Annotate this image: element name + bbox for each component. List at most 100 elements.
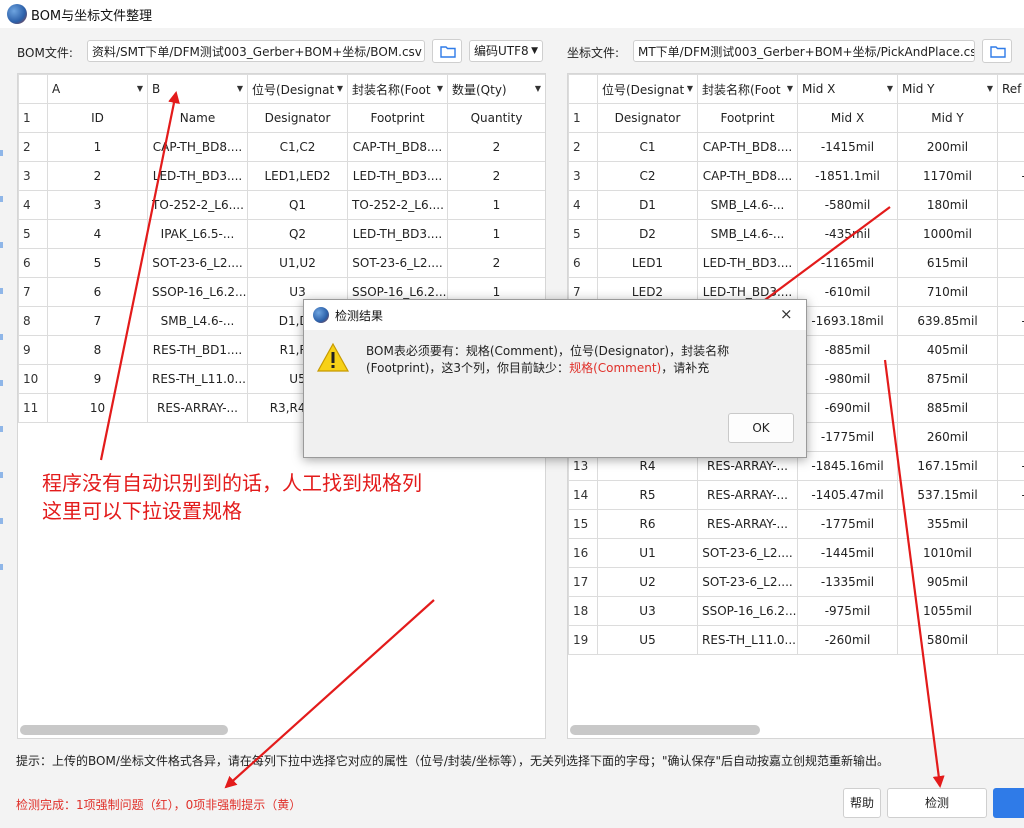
table-cell[interactable]: - [997, 567, 1024, 597]
table-cell[interactable]: LED-TH_BD3.... [347, 219, 448, 249]
table-cell[interactable]: 355mil [897, 509, 998, 539]
table-cell[interactable]: -1845.16mil [797, 451, 898, 481]
table-cell[interactable]: RES-TH_L11.0... [697, 625, 798, 655]
table-cell[interactable]: -1 [997, 451, 1024, 481]
table-cell[interactable]: 2 [447, 132, 545, 162]
table-cell[interactable]: -1405.47mil [797, 480, 898, 510]
table-cell[interactable]: - [997, 277, 1024, 307]
bom-browse-button[interactable] [432, 39, 462, 63]
table-cell[interactable]: CAP-TH_BD8.... [697, 132, 798, 162]
table-cell[interactable]: Mid X [797, 103, 898, 133]
table-cell[interactable]: SMB_L4.6-... [147, 306, 248, 336]
table-cell[interactable]: -1775mil [797, 422, 898, 452]
table-cell[interactable]: TO-252-2_L6.... [347, 190, 448, 220]
table-cell[interactable]: RES-TH_L11.0... [147, 364, 248, 394]
table-cell[interactable]: 3 [47, 190, 148, 220]
table-cell[interactable]: 1055mil [897, 596, 998, 626]
table-cell[interactable]: -1 [997, 161, 1024, 191]
table-cell[interactable]: SMB_L4.6-... [697, 190, 798, 220]
table-cell[interactable]: SOT-23-6_L2.... [697, 567, 798, 597]
table-cell[interactable]: Q2 [247, 219, 348, 249]
table-cell[interactable]: - [997, 509, 1024, 539]
help-button[interactable]: 帮助 [843, 788, 881, 818]
table-cell[interactable]: CAP-TH_BD8.... [697, 161, 798, 191]
column-mapping-dropdown[interactable]: A ▼ [47, 74, 148, 104]
table-cell[interactable]: 8 [47, 335, 148, 365]
table-cell[interactable]: Q1 [247, 190, 348, 220]
column-mapping-dropdown[interactable]: 数量(Qty) ▼ [447, 74, 545, 104]
table-cell[interactable]: C1 [597, 132, 698, 162]
table-cell[interactable]: - [997, 219, 1024, 249]
table-cell[interactable]: Name [147, 103, 248, 133]
table-cell[interactable]: -610mil [797, 277, 898, 307]
table-cell[interactable]: -1445mil [797, 538, 898, 568]
table-cell[interactable]: RES-ARRAY-... [147, 393, 248, 423]
table-cell[interactable]: U2 [597, 567, 698, 597]
table-cell[interactable]: ID [47, 103, 148, 133]
table-cell[interactable]: Footprint [347, 103, 448, 133]
pnp-horizontal-scrollbar[interactable] [570, 725, 760, 735]
table-cell[interactable]: - [997, 248, 1024, 278]
table-cell[interactable]: -690mil [797, 393, 898, 423]
table-cell[interactable]: - [997, 335, 1024, 365]
table-cell[interactable]: -1415mil [797, 132, 898, 162]
table-cell[interactable]: RES-TH_BD1.... [147, 335, 248, 365]
bom-horizontal-scrollbar[interactable] [20, 725, 228, 735]
table-cell[interactable]: -1851.1mil [797, 161, 898, 191]
table-cell[interactable]: -260mil [797, 625, 898, 655]
pnp-browse-button[interactable] [982, 39, 1012, 63]
table-cell[interactable]: 2 [447, 161, 545, 191]
table-cell[interactable]: 1 [47, 132, 148, 162]
column-mapping-dropdown[interactable]: 位号(Designat ▼ [597, 74, 698, 104]
table-cell[interactable]: 9 [47, 364, 148, 394]
table-cell[interactable]: R6 [597, 509, 698, 539]
table-cell[interactable]: 1170mil [897, 161, 998, 191]
table-cell[interactable]: Mid Y [897, 103, 998, 133]
table-cell[interactable]: - [997, 132, 1024, 162]
table-cell[interactable]: SSOP-16_L6.2... [147, 277, 248, 307]
table-cell[interactable]: -1 [997, 306, 1024, 336]
table-cell[interactable]: 1 [447, 219, 545, 249]
table-cell[interactable]: U1 [597, 538, 698, 568]
table-cell[interactable]: 1 [447, 190, 545, 220]
table-cell[interactable]: -435mil [797, 219, 898, 249]
table-cell[interactable]: 167.15mil [897, 451, 998, 481]
table-cell[interactable] [997, 103, 1024, 133]
table-cell[interactable]: LED-TH_BD3.... [347, 161, 448, 191]
table-cell[interactable]: - [997, 596, 1024, 626]
table-cell[interactable]: LED-TH_BD3.... [697, 248, 798, 278]
table-cell[interactable]: -1165mil [797, 248, 898, 278]
column-mapping-dropdown[interactable]: 封装名称(Foot ▼ [347, 74, 448, 104]
table-cell[interactable]: Designator [597, 103, 698, 133]
table-cell[interactable]: CAP-TH_BD8.... [147, 132, 248, 162]
table-cell[interactable]: 875mil [897, 364, 998, 394]
table-cell[interactable]: 200mil [897, 132, 998, 162]
table-cell[interactable]: -1693.18mil [797, 306, 898, 336]
table-cell[interactable]: LED-TH_BD3.... [147, 161, 248, 191]
confirm-save-button[interactable] [993, 788, 1024, 818]
table-cell[interactable]: SOT-23-6_L2.... [697, 538, 798, 568]
table-cell[interactable]: C1,C2 [247, 132, 348, 162]
table-cell[interactable]: 405mil [897, 335, 998, 365]
table-cell[interactable]: -975mil [797, 596, 898, 626]
table-cell[interactable]: 6 [47, 277, 148, 307]
pnp-file-path-input[interactable]: MT下单/DFM测试003_Gerber+BOM+坐标/PickAndPlace… [633, 40, 975, 62]
table-cell[interactable]: -980mil [797, 364, 898, 394]
table-cell[interactable]: 5 [47, 248, 148, 278]
table-cell[interactable]: RES-ARRAY-... [697, 509, 798, 539]
table-cell[interactable]: -885mil [797, 335, 898, 365]
table-cell[interactable]: Quantity [447, 103, 545, 133]
table-cell[interactable]: U1,U2 [247, 248, 348, 278]
table-cell[interactable]: 10 [47, 393, 148, 423]
table-cell[interactable]: U5 [597, 625, 698, 655]
table-cell[interactable]: 260mil [897, 422, 998, 452]
table-cell[interactable]: SOT-23-6_L2.... [347, 248, 448, 278]
table-cell[interactable]: D1 [597, 190, 698, 220]
column-mapping-dropdown[interactable]: Ref▼ [997, 74, 1024, 104]
column-mapping-dropdown[interactable]: Mid Y ▼ [897, 74, 998, 104]
table-cell[interactable]: 1010mil [897, 538, 998, 568]
table-cell[interactable]: 580mil [897, 625, 998, 655]
table-cell[interactable]: RES-ARRAY-... [697, 480, 798, 510]
table-cell[interactable]: 1000mil [897, 219, 998, 249]
table-cell[interactable]: 2 [47, 161, 148, 191]
